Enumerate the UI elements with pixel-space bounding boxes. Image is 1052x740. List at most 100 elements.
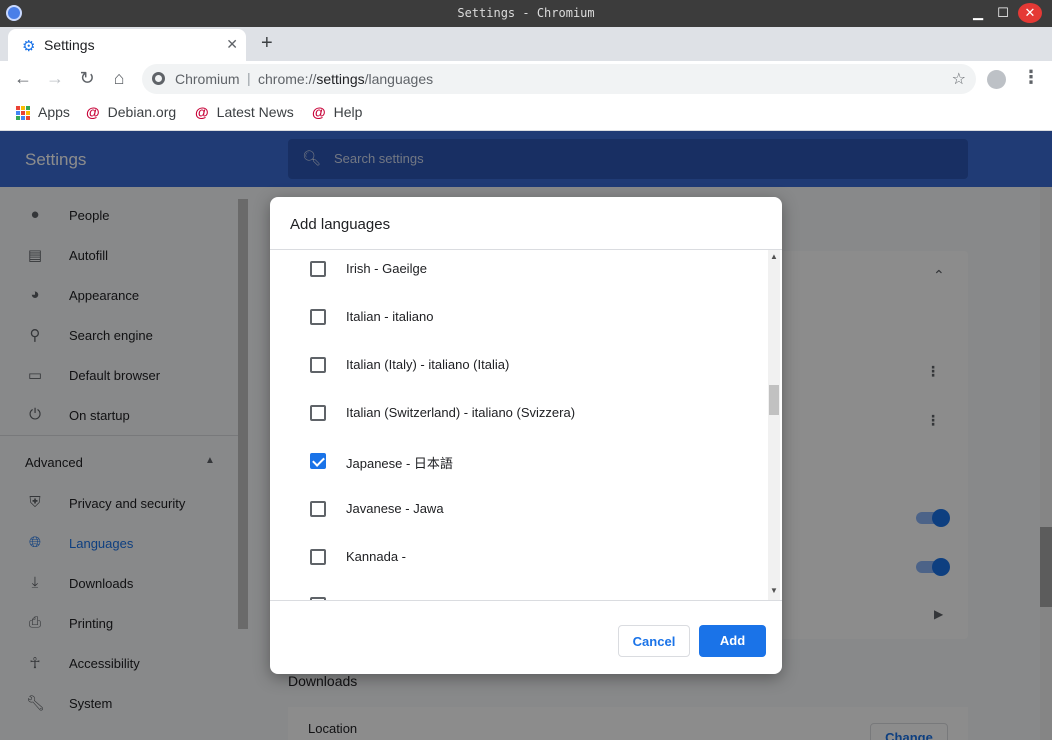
more-actions-icon[interactable]: ⋮ bbox=[926, 363, 940, 380]
language-checkbox[interactable] bbox=[310, 501, 326, 517]
page-scrollbar-thumb[interactable] bbox=[1040, 527, 1052, 607]
shield-icon: ⛨ bbox=[29, 494, 41, 511]
globe-icon: 🌐︎ bbox=[28, 534, 41, 551]
bookmark-apps[interactable]: Apps bbox=[16, 104, 70, 121]
sidebar-item-people[interactable]: ● People bbox=[0, 195, 240, 235]
new-tab-button[interactable]: + bbox=[261, 32, 273, 55]
chevron-right-icon[interactable]: ▶ bbox=[934, 607, 943, 621]
settings-title: Settings bbox=[25, 150, 87, 169]
list-item[interactable]: Italian - italiano bbox=[270, 298, 768, 346]
close-window-button[interactable]: ✕ bbox=[1018, 3, 1042, 23]
settings-sidebar: ● People ▤ Autofill ◕ Appearance ⚲ Searc… bbox=[0, 187, 250, 740]
more-actions-icon[interactable]: ⋮ bbox=[926, 412, 940, 429]
scroll-down-arrow-icon[interactable]: ▼ bbox=[770, 586, 778, 595]
address-bar[interactable]: Chromium | chrome://settings/languages ☆ bbox=[142, 64, 976, 94]
list-item[interactable] bbox=[270, 586, 768, 600]
tab-strip: ⚙ Settings ✕ + bbox=[0, 27, 1052, 61]
power-icon: ⏻ bbox=[29, 406, 41, 423]
wrench-icon: 🔧︎ bbox=[26, 695, 46, 712]
site-name: Chromium bbox=[175, 71, 240, 87]
window-titlebar: Settings - Chromium ▁ ☐ ✕ bbox=[0, 0, 1052, 27]
home-button[interactable]: ⌂ bbox=[108, 68, 130, 89]
tab-label: Settings bbox=[44, 37, 95, 53]
reload-button[interactable]: ↻ bbox=[76, 68, 98, 89]
person-icon: ● bbox=[30, 206, 40, 223]
search-icon: ⚲ bbox=[29, 327, 41, 344]
download-icon: ⤓ bbox=[31, 574, 39, 591]
apps-grid-icon bbox=[16, 106, 30, 121]
dialog-scrollbar-thumb[interactable] bbox=[769, 385, 779, 415]
search-placeholder: Search settings bbox=[334, 151, 424, 166]
bookmarks-bar: Apps @ Debian.org @ Latest News @ Help bbox=[0, 97, 1052, 131]
downloads-heading: Downloads bbox=[288, 673, 358, 689]
language-checkbox-checked[interactable] bbox=[310, 453, 326, 469]
omnibox-separator: | bbox=[247, 70, 251, 86]
sidebar-item-default-browser[interactable]: ▭ Default browser bbox=[0, 355, 240, 395]
accessibility-icon: ☥ bbox=[29, 655, 41, 672]
sidebar-item-autofill[interactable]: ▤ Autofill bbox=[0, 235, 240, 275]
list-item[interactable]: Japanese - 日本語 bbox=[270, 442, 768, 490]
debian-icon: @ bbox=[195, 104, 209, 120]
url-text[interactable]: chrome://settings/languages bbox=[258, 71, 433, 87]
sidebar-divider bbox=[0, 435, 240, 436]
back-button[interactable]: ← bbox=[12, 68, 34, 89]
dialog-scrollbar[interactable]: ▲ ▼ bbox=[768, 250, 780, 600]
dialog-title: Add languages bbox=[290, 216, 391, 233]
chromium-site-icon bbox=[152, 72, 165, 85]
sidebar-item-on-startup[interactable]: ⏻ On startup bbox=[0, 395, 240, 435]
browser-toolbar: ← → ↻ ⌂ Chromium | chrome://settings/lan… bbox=[0, 61, 1052, 97]
bookmark-debian[interactable]: @ Debian.org bbox=[86, 104, 176, 120]
language-list: Irish - Gaeilge Italian - italiano Itali… bbox=[270, 250, 768, 600]
sidebar-item-search-engine[interactable]: ⚲ Search engine bbox=[0, 315, 240, 355]
printer-icon: ⎙ bbox=[28, 614, 41, 631]
gear-icon: ⚙ bbox=[22, 38, 36, 55]
sidebar-item-printing[interactable]: ⎙ Printing bbox=[0, 603, 240, 643]
list-item[interactable]: Irish - Gaeilge bbox=[270, 250, 768, 298]
change-button[interactable]: Change bbox=[870, 723, 948, 740]
sidebar-scrollbar[interactable] bbox=[238, 199, 248, 629]
sidebar-item-system[interactable]: 🔧︎ System bbox=[0, 683, 240, 723]
cancel-button[interactable]: Cancel bbox=[618, 625, 690, 657]
caret-up-icon[interactable]: ▲ bbox=[205, 455, 215, 466]
bookmark-help[interactable]: @ Help bbox=[312, 104, 362, 120]
sidebar-advanced-toggle[interactable]: Advanced bbox=[25, 455, 83, 470]
menu-kebab-icon[interactable]: ⋮ bbox=[1022, 67, 1040, 88]
list-item[interactable]: Italian (Italy) - italiano (Italia) bbox=[270, 346, 768, 394]
palette-icon: ◕ bbox=[30, 286, 40, 303]
toggle-switch[interactable] bbox=[916, 558, 950, 576]
add-button[interactable]: Add bbox=[699, 625, 766, 657]
language-checkbox[interactable] bbox=[310, 309, 326, 325]
language-checkbox[interactable] bbox=[310, 261, 326, 277]
collapse-caret-icon[interactable]: ⌃ bbox=[933, 267, 945, 284]
bookmark-latest-news[interactable]: @ Latest News bbox=[195, 104, 294, 120]
list-item[interactable]: Italian (Switzerland) - italiano (Svizze… bbox=[270, 394, 768, 442]
minimize-button[interactable]: ▁ bbox=[968, 3, 988, 23]
toggle-switch[interactable] bbox=[916, 509, 950, 527]
profile-avatar[interactable] bbox=[987, 70, 1006, 89]
sidebar-item-languages[interactable]: 🌐︎ Languages bbox=[0, 523, 240, 563]
window-title: Settings - Chromium bbox=[457, 6, 595, 20]
language-checkbox[interactable] bbox=[310, 357, 326, 373]
add-languages-dialog: Add languages Irish - Gaeilge Italian - … bbox=[270, 197, 782, 674]
search-icon: 🔍︎ bbox=[302, 150, 322, 167]
page-scrollbar[interactable] bbox=[1040, 187, 1052, 740]
language-checkbox[interactable] bbox=[310, 405, 326, 421]
tab-settings[interactable]: ⚙ Settings ✕ bbox=[8, 29, 246, 61]
dialog-divider bbox=[270, 600, 782, 601]
sidebar-item-appearance[interactable]: ◕ Appearance bbox=[0, 275, 240, 315]
sidebar-item-accessibility[interactable]: ☥ Accessibility bbox=[0, 643, 240, 683]
close-tab-icon[interactable]: ✕ bbox=[226, 36, 238, 53]
settings-search-input[interactable]: 🔍︎ Search settings bbox=[288, 139, 968, 179]
downloads-card: Location Change bbox=[288, 707, 968, 740]
list-item[interactable]: Kannada - bbox=[270, 538, 768, 586]
language-checkbox[interactable] bbox=[310, 549, 326, 565]
maximize-button[interactable]: ☐ bbox=[993, 3, 1013, 23]
sidebar-item-downloads[interactable]: ⤓ Downloads bbox=[0, 563, 240, 603]
forward-button[interactable]: → bbox=[44, 68, 66, 89]
list-item[interactable]: Javanese - Jawa bbox=[270, 490, 768, 538]
sidebar-item-privacy[interactable]: ⛨ Privacy and security bbox=[0, 483, 240, 523]
location-label: Location bbox=[308, 721, 358, 736]
scroll-up-arrow-icon[interactable]: ▲ bbox=[770, 252, 778, 261]
browser-icon: ▭ bbox=[27, 367, 43, 384]
bookmark-star-icon[interactable]: ☆ bbox=[952, 69, 966, 89]
